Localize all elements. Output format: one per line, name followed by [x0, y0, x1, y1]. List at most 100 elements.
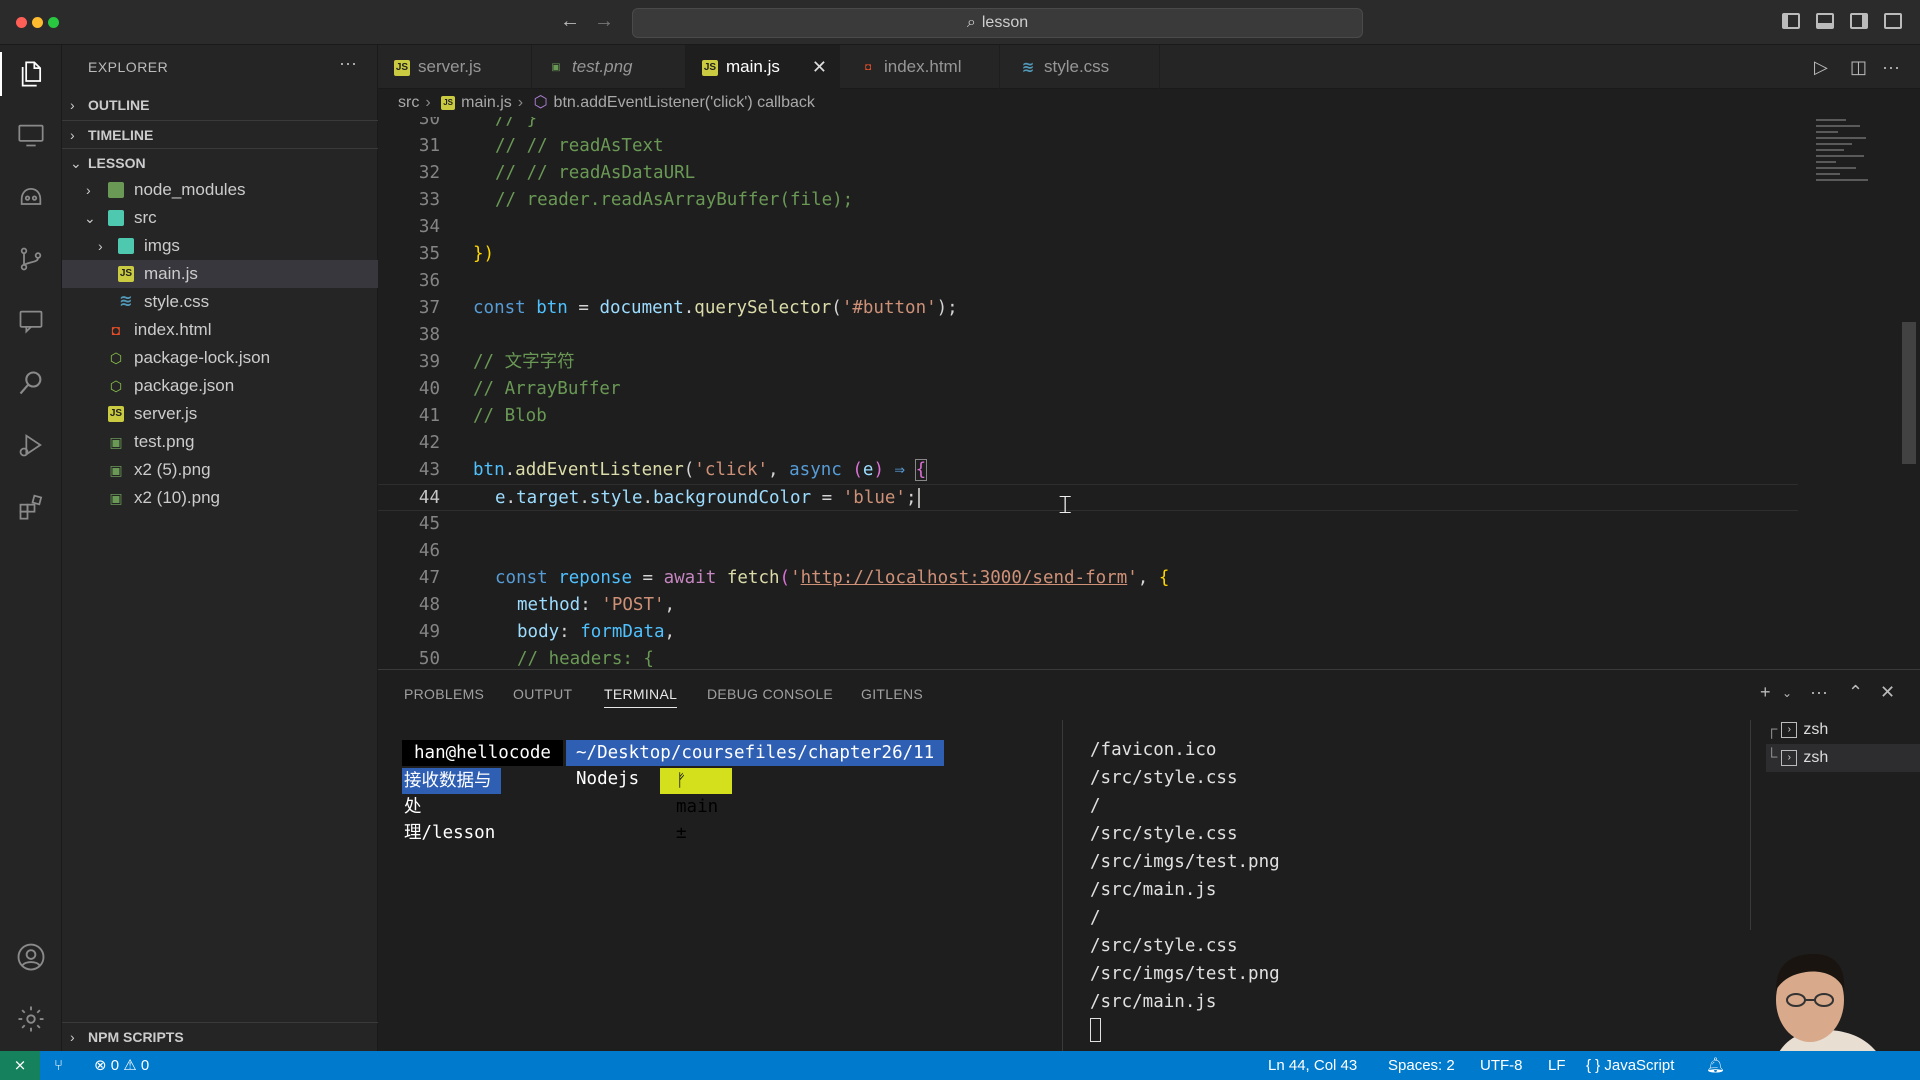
tab-output[interactable]: OUTPUT	[513, 686, 572, 702]
indentation[interactable]: Spaces: 2	[1388, 1051, 1455, 1080]
tab-style-css[interactable]: ≋ style.css	[1000, 45, 1160, 89]
close-icon[interactable]: ✕	[812, 45, 827, 89]
language-mode[interactable]: { } JavaScript	[1586, 1051, 1674, 1080]
toggle-sidebar-icon[interactable]	[1782, 13, 1800, 29]
minimap[interactable]	[1812, 117, 1904, 217]
source-control-icon[interactable]	[0, 237, 62, 281]
line-number: 44	[418, 488, 440, 508]
tab-debug-console[interactable]: DEBUG CONSOLE	[707, 686, 833, 702]
tree-item-test-png[interactable]: ▣ test.png	[62, 428, 378, 456]
tree-item-index-html[interactable]: ◘ index.html	[62, 316, 378, 344]
customize-layout-icon[interactable]	[1884, 13, 1902, 29]
settings-gear-icon[interactable]	[0, 997, 62, 1041]
tab-test-png[interactable]: ▣ test.png	[532, 45, 686, 89]
end-of-line[interactable]: LF	[1548, 1051, 1566, 1080]
source-control-status-icon[interactable]: ⑂	[54, 1051, 63, 1080]
account-icon[interactable]	[0, 935, 62, 979]
npm-scripts-section[interactable]: › NPM SCRIPTS	[62, 1022, 378, 1050]
chevron-down-icon[interactable]: ⌄	[1782, 686, 1792, 700]
code-editor[interactable]: 30 // } 31 // // readAsText 32 // // readAs…	[378, 117, 1920, 669]
tab-main-js[interactable]: JS main.js ✕	[686, 45, 840, 89]
tab-problems[interactable]: PROBLEMS	[404, 686, 484, 702]
tab-gitlens[interactable]: GITLENS	[861, 686, 923, 702]
tab-label: main.js	[726, 57, 780, 76]
notifications-bell-icon[interactable]: 🔔︎	[1706, 1051, 1725, 1080]
terminal-split-divider[interactable]	[1062, 720, 1063, 1052]
tree-item-label: server.js	[134, 404, 198, 423]
forward-arrow-icon[interactable]: →	[594, 10, 614, 33]
line-number: 49	[418, 622, 440, 642]
line-number: 40	[418, 379, 440, 399]
code-text: // Blob	[473, 406, 547, 426]
run-debug-icon[interactable]	[0, 423, 62, 467]
code-line: 33 // reader.readAsArrayBuffer(file);	[378, 187, 1798, 214]
lesson-section[interactable]: ⌄ LESSON	[62, 148, 378, 176]
tab-index-html[interactable]: ◘ index.html	[840, 45, 1000, 89]
tree-item-package-lock-json[interactable]: ⬡ package-lock.json	[62, 344, 378, 372]
terminal-right[interactable]: /favicon.ico /src/style.css / /src/style…	[1090, 736, 1280, 1044]
code-line: 30 // }	[378, 117, 1798, 133]
outline-section[interactable]: › OUTLINE	[62, 91, 378, 119]
prompt-path-continued: 接收数据与处理/lesson	[402, 768, 502, 843]
terminal-line: /favicon.ico	[1090, 740, 1217, 760]
terminal-session-active[interactable]: └ › zsh	[1766, 744, 1920, 772]
tree-item-imgs[interactable]: › imgs	[62, 232, 378, 260]
maximize-window-button[interactable]	[48, 17, 59, 28]
close-panel-icon[interactable]: ✕	[1880, 682, 1895, 703]
image-file-icon: ▣	[109, 434, 123, 450]
encoding[interactable]: UTF-8	[1480, 1051, 1523, 1080]
search-text: lesson	[981, 14, 1029, 31]
cursor-position[interactable]: Ln 44, Col 43	[1268, 1051, 1357, 1080]
breadcrumb-file[interactable]: main.js	[461, 94, 512, 111]
tree-item-node-modules[interactable]: › node_modules	[62, 176, 378, 204]
tree-item-package-json[interactable]: ⬡ package.json	[62, 372, 378, 400]
remote-explorer-icon[interactable]	[0, 113, 62, 157]
line-number: 31	[418, 136, 440, 156]
search-icon[interactable]	[0, 361, 62, 405]
copilot-icon[interactable]	[0, 175, 62, 219]
more-actions-icon[interactable]: ···	[339, 53, 357, 74]
remote-indicator-icon[interactable]: ⨯	[0, 1051, 40, 1080]
breadcrumb-symbol[interactable]: btn.addEventListener('click') callback	[554, 94, 815, 111]
code-line: 35})	[378, 241, 1798, 268]
back-arrow-icon[interactable]: ←	[560, 10, 580, 33]
new-terminal-icon[interactable]: +	[1760, 682, 1771, 703]
code-line-current: 44 e.target.style.backgroundColor = 'blue…	[378, 484, 1798, 511]
breadcrumb-folder[interactable]: src	[398, 94, 419, 111]
problems-status[interactable]: ⊗ 0 ⚠ 0	[94, 1051, 149, 1080]
html-file-icon: ◘	[111, 322, 121, 338]
code-text: const reponse = await fetch('http://loca…	[495, 568, 1170, 588]
command-center-search[interactable]: ⌕ lesson	[632, 8, 1363, 38]
more-actions-icon[interactable]: ···	[1882, 57, 1900, 78]
run-icon[interactable]: ▷	[1814, 57, 1828, 78]
minimize-window-button[interactable]	[32, 17, 43, 28]
code-text: // // readAsText	[495, 136, 664, 156]
editor-scrollbar[interactable]	[1902, 322, 1916, 464]
explorer-icon[interactable]	[0, 52, 62, 96]
tree-item-x2-5-png[interactable]: ▣ x2 (5).png	[62, 456, 378, 484]
line-number: 48	[418, 595, 440, 615]
terminal-session[interactable]: ┌ › zsh	[1766, 716, 1920, 744]
extensions-icon[interactable]	[0, 485, 62, 529]
comments-icon[interactable]	[0, 299, 62, 343]
terminal-session-label: zsh	[1803, 721, 1829, 738]
toggle-secondary-sidebar-icon[interactable]	[1850, 13, 1868, 29]
split-editor-icon[interactable]: ◫	[1850, 57, 1867, 78]
more-actions-icon[interactable]: ···	[1810, 682, 1828, 703]
tree-item-src[interactable]: ⌄ src	[62, 204, 378, 232]
timeline-section[interactable]: › TIMELINE	[62, 120, 378, 148]
status-bar: ⨯ ⑂ ⊗ 0 ⚠ 0 Ln 44, Col 43 Spaces: 2 UTF-…	[0, 1051, 1920, 1080]
code-text: body: formData,	[517, 622, 676, 642]
code-text: e.target.style.backgroundColor = 'blue';	[495, 485, 920, 512]
tree-item-server-js[interactable]: JS server.js	[62, 400, 378, 428]
tree-item-x2-10-png[interactable]: ▣ x2 (10).png	[62, 484, 378, 512]
line-number: 46	[418, 541, 440, 561]
chevron-right-icon: ›	[70, 1029, 75, 1045]
tree-item-style-css[interactable]: ≋ style.css	[62, 288, 378, 316]
tree-item-main-js[interactable]: JS main.js	[62, 260, 378, 288]
maximize-panel-icon[interactable]: ⌃	[1848, 682, 1863, 703]
toggle-panel-icon[interactable]	[1816, 13, 1834, 29]
tab-terminal[interactable]: TERMINAL	[604, 686, 678, 708]
tab-server-js[interactable]: JS server.js	[378, 45, 532, 89]
close-window-button[interactable]	[16, 17, 27, 28]
